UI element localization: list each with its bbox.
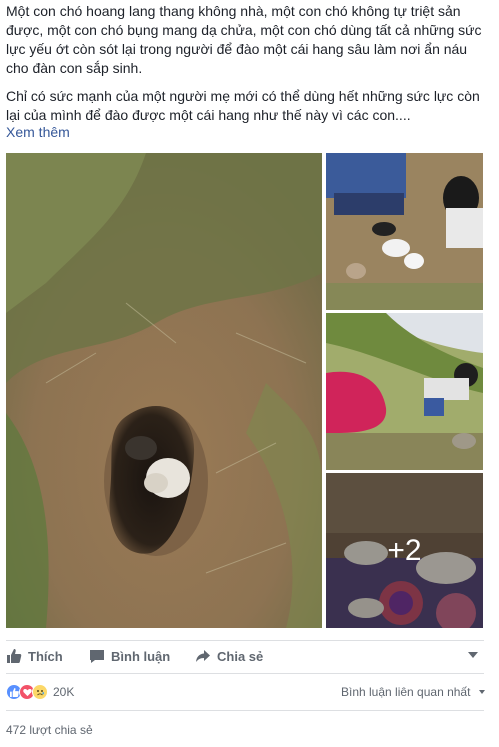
post-options-caret-icon[interactable] xyxy=(468,652,478,658)
post-paragraph-2: Chỉ có sức mạnh của một người mẹ mới có … xyxy=(6,88,480,123)
more-photos-count[interactable]: +2 xyxy=(326,473,483,628)
share-count-link[interactable]: 472 lượt chia sẻ xyxy=(6,723,93,737)
share-arrow-icon xyxy=(196,650,210,662)
burrow-photo-art xyxy=(6,153,322,628)
comment-icon xyxy=(90,650,104,663)
comment-sort-caret-icon[interactable] xyxy=(479,690,485,694)
share-label: Chia sẻ xyxy=(217,648,264,664)
photo-art-1 xyxy=(326,153,483,310)
divider-bottom xyxy=(6,710,484,711)
photo-more-overlay-tile[interactable]: +2 xyxy=(326,473,483,628)
like-label: Thích xyxy=(28,648,63,664)
sad-icon xyxy=(32,684,48,700)
post-card: Một con chó hoang lang thang không nhà, … xyxy=(0,0,499,747)
photo-art-2 xyxy=(326,313,483,470)
photo-people-puppies-2[interactable] xyxy=(326,313,483,470)
post-paragraph-1: Một con chó hoang lang thang không nhà, … xyxy=(6,3,482,76)
comment-label: Bình luận xyxy=(111,648,171,664)
see-more-link[interactable]: Xem thêm xyxy=(6,124,70,140)
reaction-count: 20K xyxy=(53,685,75,699)
comment-sort-dropdown[interactable]: Bình luận liên quan nhất xyxy=(341,685,470,699)
photo-people-puppies-1[interactable] xyxy=(326,153,483,310)
photo-dog-burrow[interactable] xyxy=(6,153,322,628)
comment-button[interactable]: Bình luận xyxy=(89,648,170,664)
divider-middle xyxy=(6,673,484,674)
like-button[interactable]: Thích xyxy=(6,648,63,664)
action-bar: Thích Bình luận Chia sẻ xyxy=(0,640,499,672)
share-button[interactable]: Chia sẻ xyxy=(195,648,263,664)
thumbs-up-icon xyxy=(7,649,22,663)
reactions-summary[interactable]: 20K xyxy=(6,684,74,700)
